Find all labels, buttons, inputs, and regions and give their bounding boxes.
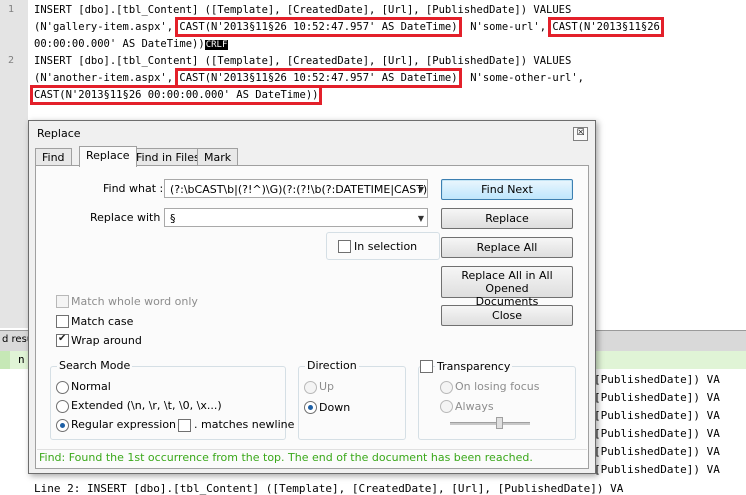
code-line-2a[interactable]: INSERT [dbo].[tbl_Content] ([Template], …: [34, 55, 571, 67]
search-mode-regex-label: Regular expression: [71, 418, 177, 431]
transparency-on-losing-focus-radio[interactable]: [440, 381, 453, 394]
transparency-slider-thumb[interactable]: [496, 417, 503, 429]
code-line-1a[interactable]: INSERT [dbo].[tbl_Content] ([Template], …: [34, 4, 571, 16]
cast-highlight: CAST(N'2013§11§26 10:52:47.957' AS DateT…: [175, 17, 462, 37]
direction-up-label: Up: [319, 380, 335, 393]
results-line[interactable]: Line 2: INSERT [dbo].[tbl_Content] ([Tem…: [34, 482, 623, 495]
results-line[interactable]: [PublishedDate]) VA: [594, 427, 720, 440]
wrap-around-checkbox[interactable]: [56, 333, 69, 347]
line-number: 2: [8, 55, 15, 66]
close-button[interactable]: Close: [441, 305, 573, 326]
match-case-label: Match case: [71, 315, 134, 328]
code-text: , N'some-url',: [457, 21, 553, 33]
tab-replace[interactable]: Replace: [79, 146, 137, 167]
tab-mark[interactable]: Mark: [197, 148, 239, 166]
transparency-label: Transparency: [435, 360, 513, 373]
line-number-gutter: 1 2: [0, 0, 28, 328]
code-text: 00:00:00.000' AS DateTime): [34, 38, 199, 50]
chevron-down-icon[interactable]: ▼: [418, 209, 424, 226]
in-selection-checkbox[interactable]: [338, 240, 351, 253]
cast-highlight: CAST(N'2013§11§26 10:52:47.957' AS DateT…: [175, 68, 462, 88]
find-what-input[interactable]: (?:\bCAST\b|(?!^)\G)(?:(?!\b(?:DATETIME|…: [164, 179, 428, 198]
direction-up-radio[interactable]: [304, 381, 317, 394]
search-mode-title: Search Mode: [57, 359, 133, 372]
code-line-1b[interactable]: (N'gallery-item.aspx', CAST(N'2013§11§26…: [34, 17, 664, 37]
match-case-checkbox[interactable]: [56, 315, 69, 328]
cast-highlight: CAST(N'2013§11§26 00:00:00.000' AS DateT…: [29, 85, 323, 105]
search-mode-normal-radio[interactable]: [56, 381, 69, 394]
replace-tab-panel: Find what : (?:\bCAST\b|(?!^)\G)(?:(?!\b…: [35, 165, 589, 469]
dialog-title: Replace: [37, 127, 81, 140]
line-number: 1: [8, 4, 15, 15]
results-line[interactable]: [PublishedDate]) VA: [594, 373, 720, 386]
results-header-text: n: [18, 353, 25, 366]
replace-all-button[interactable]: Replace All: [441, 237, 573, 258]
crlf-marker: CRLF: [204, 40, 229, 50]
results-fold-marker: [0, 351, 10, 369]
results-line[interactable]: [PublishedDate]) VA: [594, 391, 720, 404]
find-what-value: (?:\bCAST\b|(?!^)\G)(?:(?!\b(?:DATETIME|…: [170, 183, 428, 196]
code-text: , N'some-other-url',: [457, 72, 584, 84]
code-text: (N'gallery-item.aspx',: [34, 21, 180, 33]
transparency-slider[interactable]: [450, 422, 530, 425]
direction-down-label: Down: [319, 401, 351, 414]
status-message: Find: Found the 1st occurrence from the …: [37, 449, 587, 466]
direction-down-radio[interactable]: [304, 401, 317, 414]
matches-newline-checkbox[interactable]: [178, 419, 191, 432]
replace-with-input[interactable]: § ▼: [164, 208, 428, 227]
tab-find-in-files[interactable]: Find in Files: [129, 148, 207, 166]
code-line-1c[interactable]: 00:00:00.000' AS DateTime))CRLF: [34, 38, 229, 50]
search-mode-regex-radio[interactable]: [56, 419, 69, 432]
code-line-2c[interactable]: CAST(N'2013§11§26 00:00:00.000' AS DateT…: [29, 85, 323, 105]
code-text: (N'another-item.aspx',: [34, 72, 180, 84]
transparency-on-losing-focus-label: On losing focus: [455, 380, 540, 393]
code-line-2b[interactable]: (N'another-item.aspx', CAST(N'2013§11§26…: [34, 68, 584, 88]
direction-title: Direction: [305, 359, 359, 372]
match-whole-word-checkbox[interactable]: [56, 295, 69, 308]
match-whole-word-label: Match whole word only: [71, 295, 198, 308]
replace-all-opened-button[interactable]: Replace All in All Opened Documents: [441, 266, 573, 308]
code-text: ): [198, 38, 205, 50]
replace-all-opened-line1: Replace All in All Opened: [461, 269, 553, 295]
search-mode-extended-radio[interactable]: [56, 400, 69, 413]
transparency-always-radio[interactable]: [440, 400, 453, 413]
cast-highlight: CAST(N'2013§11§26: [548, 17, 664, 37]
replace-with-label: Replace with :: [90, 211, 168, 224]
wrap-around-label: Wrap around: [71, 334, 142, 347]
replace-with-value: §: [170, 212, 176, 225]
transparency-checkbox[interactable]: [420, 360, 433, 373]
in-selection-label: In selection: [354, 240, 418, 253]
replace-dialog: Replace ☒ Find Replace Find in Files Mar…: [28, 120, 596, 474]
transparency-always-label: Always: [455, 400, 494, 413]
results-line[interactable]: [PublishedDate]) VA: [594, 409, 720, 422]
replace-button[interactable]: Replace: [441, 208, 573, 229]
search-mode-extended-label: Extended (\n, \r, \t, \0, \x...): [71, 399, 222, 412]
matches-newline-label: . matches newline: [194, 418, 295, 431]
chevron-down-icon[interactable]: ▼: [418, 180, 424, 197]
search-mode-normal-label: Normal: [71, 380, 111, 393]
find-what-label: Find what :: [103, 182, 164, 195]
results-line[interactable]: [PublishedDate]) VA: [594, 463, 720, 476]
close-icon[interactable]: ☒: [573, 127, 588, 141]
find-next-button[interactable]: Find Next: [441, 179, 573, 200]
results-line[interactable]: [PublishedDate]) VA: [594, 445, 720, 458]
tab-find[interactable]: Find: [35, 148, 72, 166]
